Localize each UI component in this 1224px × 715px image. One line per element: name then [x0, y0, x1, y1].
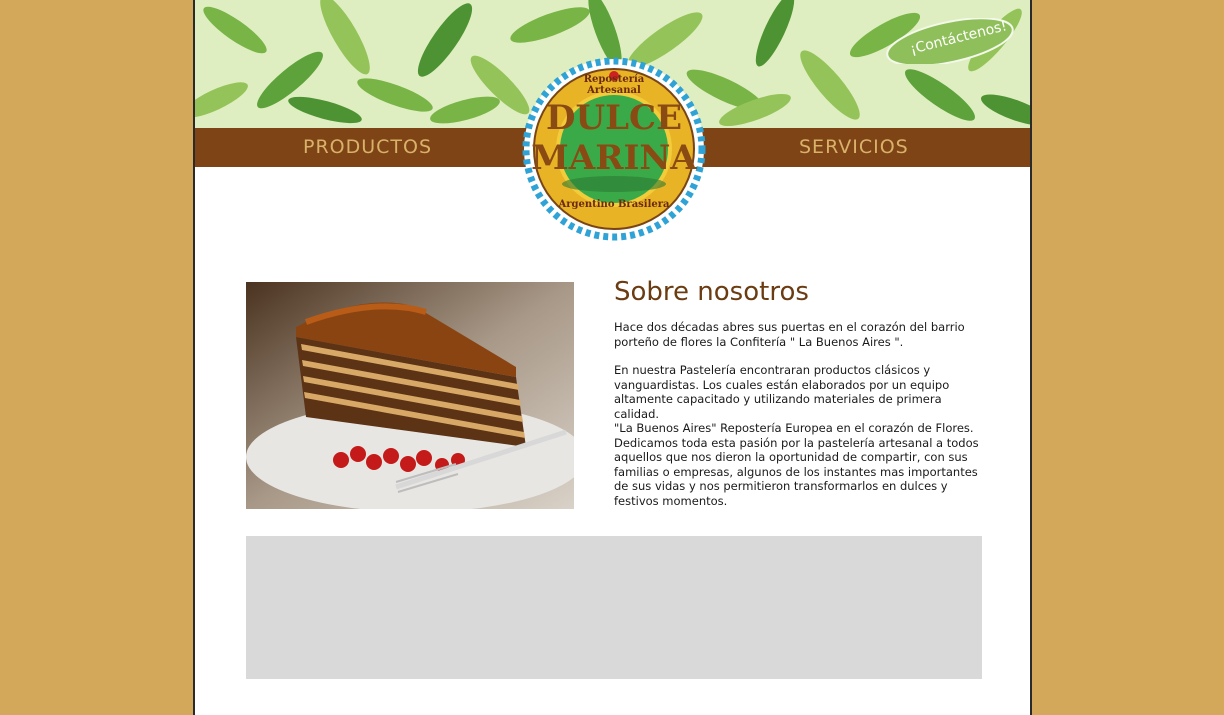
content-placeholder — [246, 536, 982, 679]
nav-productos[interactable]: PRODUCTOS — [303, 136, 432, 158]
about-title: Sobre nosotros — [614, 277, 809, 307]
logo-name-line1: DULCE — [545, 98, 683, 138]
logo-name-line2: MARINA — [531, 138, 697, 178]
about-paragraph-3: "La Buenos Aires" Repostería Europea en … — [614, 421, 979, 508]
logo-bottom-text: Argentino Brasilera — [558, 199, 670, 210]
page-container: ¡Contáctenos! PRODUCTOS SERVICIOS Repost… — [193, 0, 1032, 715]
nav-servicios[interactable]: SERVICIOS — [799, 136, 909, 158]
logo-top-text: Repostería Artesanal — [583, 74, 645, 96]
contact-badge[interactable]: ¡Contáctenos! — [885, 17, 1025, 67]
logo[interactable]: Repostería Artesanal DULCE MARINA Argent… — [521, 56, 707, 242]
cake-photo — [246, 282, 574, 509]
about-paragraph-2: En nuestra Pastelería encontraran produc… — [614, 363, 950, 421]
cake-image — [246, 282, 574, 509]
about-paragraph-1: Hace dos décadas abres sus puertas en el… — [614, 320, 965, 349]
